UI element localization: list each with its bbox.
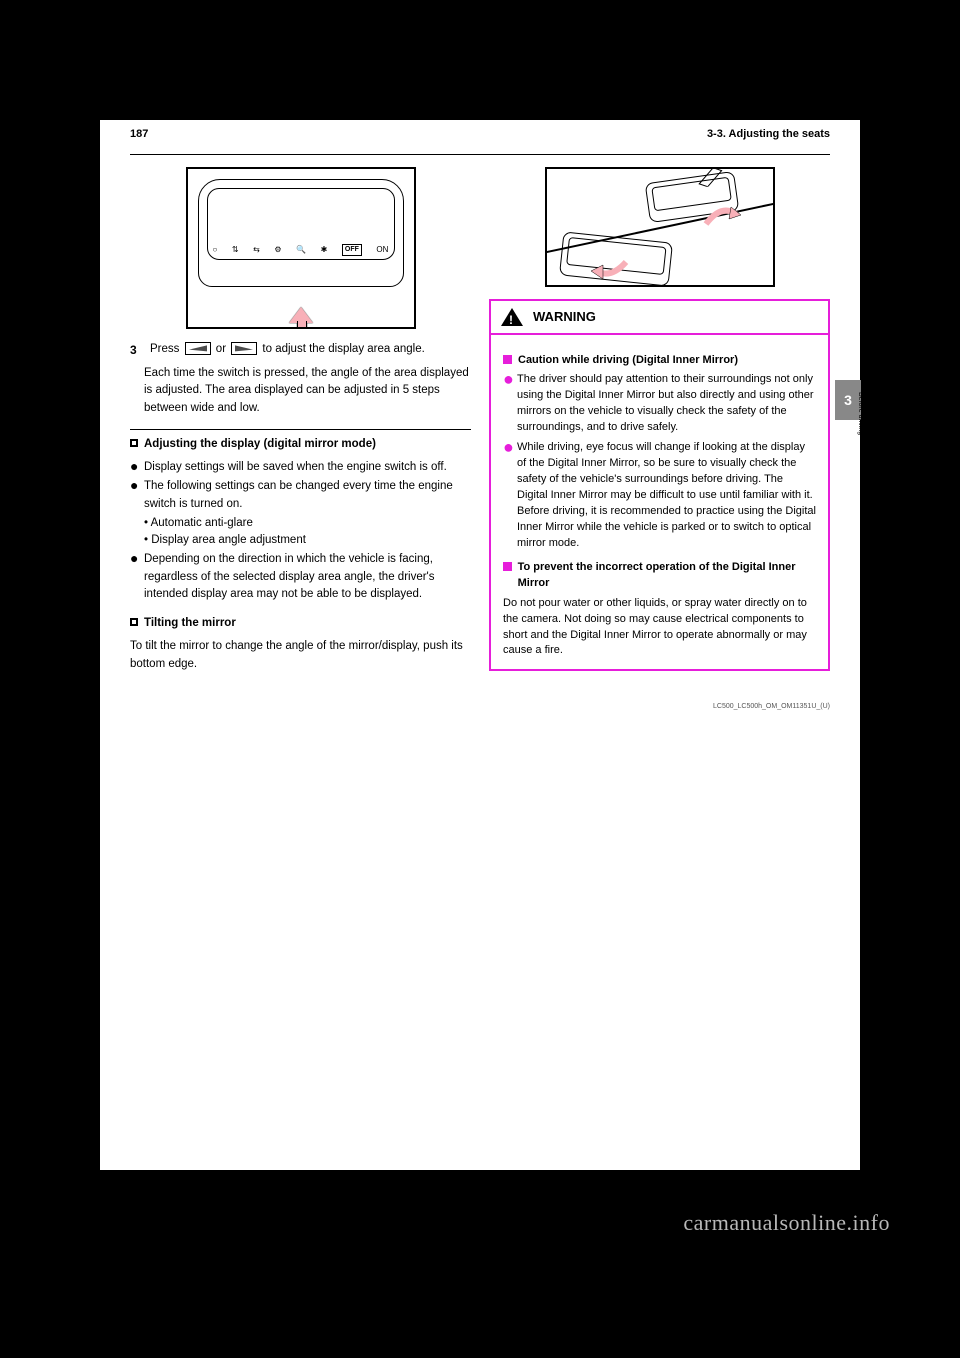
pink-arrow-curve-icon	[701, 199, 741, 229]
chapter-tab-label: Before driving	[857, 392, 864, 426]
adjust-display-heading: Adjusting the display (digital mirror mo…	[130, 436, 471, 453]
warning-subhead-1: Caution while driving (Digital Inner Mir…	[503, 353, 816, 369]
mirror-figure-1: ○⇅⇆⚙🔍✱ OFF ON	[186, 167, 416, 329]
tilt-paragraph: To tilt the mirror to change the angle o…	[130, 638, 471, 673]
warning-box: WARNING Caution while driving (Digital I…	[489, 299, 830, 671]
right-column: WARNING Caution while driving (Digital I…	[489, 167, 830, 673]
header-rule	[130, 154, 830, 155]
warning-paragraph-2: Do not pour water or other liquids, or s…	[503, 596, 816, 660]
section-title: 3-3. Adjusting the seats	[707, 128, 830, 140]
warning-triangle-icon	[501, 308, 523, 326]
step-3: 3 Press or to adjust the display area an…	[130, 341, 471, 359]
bullet-2: ● The following settings can be changed …	[130, 478, 471, 513]
manual-page: 187 3-3. Adjusting the seats 3 Before dr…	[100, 120, 860, 1170]
step-number: 3	[130, 341, 144, 359]
bullet-2a: • Automatic anti-glare	[130, 515, 471, 532]
footer-code: LC500_LC500h_OM_OM11351U_(U)	[130, 703, 830, 710]
page-header: 187 3-3. Adjusting the seats	[130, 128, 830, 140]
page-number: 187	[130, 128, 148, 140]
angle-up-button-icon	[231, 342, 257, 355]
angle-down-button-icon	[185, 342, 211, 355]
watermark: carmanualsonline.info	[0, 1210, 890, 1236]
mirror-on-label: ON	[376, 244, 388, 256]
step-3-follow: Each time the switch is pressed, the ang…	[130, 365, 471, 417]
warning-bullet-1: ● The driver should pay attention to the…	[503, 372, 816, 436]
warning-header: WARNING	[491, 301, 828, 335]
warning-title: WARNING	[533, 307, 596, 327]
chapter-tab-number: 3	[844, 392, 852, 408]
warning-bullet-2: ● While driving, eye focus will change i…	[503, 440, 816, 552]
left-column: ○⇅⇆⚙🔍✱ OFF ON 3 Press or to adjust the	[130, 167, 471, 673]
mirror-off-label: OFF	[342, 244, 362, 257]
warning-subhead-2: To prevent the incorrect operation of th…	[503, 560, 816, 592]
tilt-heading: Tilting the mirror	[130, 615, 471, 632]
bullet-1: ● Display settings will be saved when th…	[130, 459, 471, 476]
pink-arrow-curve-icon	[591, 257, 631, 287]
bullet-2b: • Display area angle adjustment	[130, 532, 471, 549]
bullet-3: ● Depending on the direction in which th…	[130, 551, 471, 603]
pink-arrow-up-icon	[289, 307, 313, 323]
step-3-text: Press or to adjust the display area angl…	[150, 341, 425, 358]
mirror-figure-2	[545, 167, 775, 287]
